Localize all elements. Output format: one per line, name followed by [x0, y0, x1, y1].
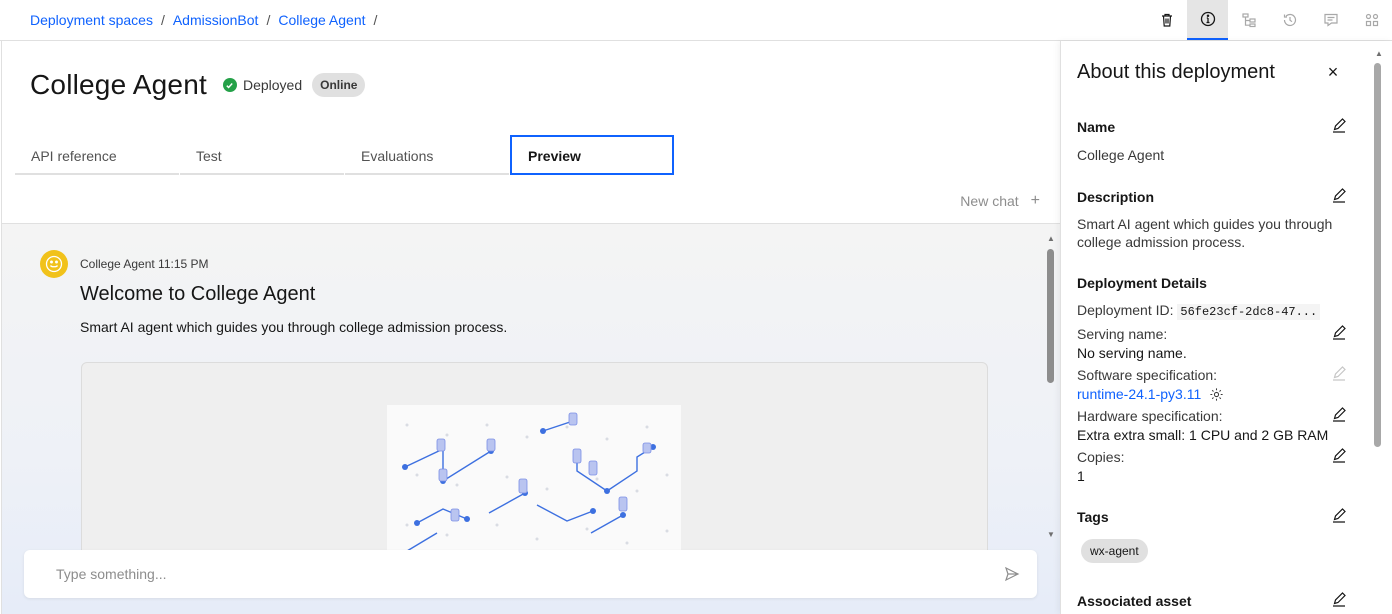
- description-label: Description: [1077, 189, 1155, 205]
- top-bar: Deployment spaces / AdmissionBot / Colle…: [0, 0, 1392, 41]
- breadcrumb-separator: /: [160, 12, 165, 28]
- tab-evaluations[interactable]: Evaluations: [345, 135, 509, 175]
- breadcrumb: Deployment spaces / AdmissionBot / Colle…: [30, 12, 385, 28]
- edit-copies-icon[interactable]: [1331, 448, 1347, 464]
- edit-name-icon[interactable]: [1331, 118, 1347, 134]
- info-button[interactable]: [1187, 0, 1228, 40]
- toolbar: [1146, 0, 1392, 40]
- tree-icon: [1241, 13, 1256, 28]
- hardware-spec-label: Hardware specification:: [1077, 408, 1223, 424]
- panel-scrollbar[interactable]: [1374, 63, 1381, 447]
- comments-button[interactable]: [1310, 0, 1351, 40]
- about-deployment-panel: ▲ About this deployment × Name College A…: [1060, 41, 1392, 614]
- trash-icon: [1161, 13, 1172, 27]
- edit-description-icon[interactable]: [1331, 188, 1347, 204]
- serving-name-label: Serving name:: [1077, 326, 1168, 342]
- breadcrumb-admissionbot[interactable]: AdmissionBot: [173, 12, 259, 28]
- edit-associated-asset-icon[interactable]: [1331, 592, 1347, 608]
- chat-input-bar: [24, 550, 1037, 598]
- deployment-id-row: Deployment ID: 56fe23cf-2dc8-47...: [1077, 302, 1321, 320]
- chat-scrollbar[interactable]: [1047, 249, 1054, 383]
- panel-title: About this deployment: [1077, 61, 1275, 83]
- deployment-details-label: Deployment Details: [1077, 275, 1207, 291]
- copies-label: Copies:: [1077, 449, 1125, 465]
- software-spec-label: Software specification:: [1077, 367, 1218, 383]
- breadcrumb-deployment-spaces[interactable]: Deployment spaces: [30, 12, 153, 28]
- hardware-spec-value: Extra extra small: 1 CPU and 2 GB RAM: [1077, 427, 1329, 443]
- delete-button[interactable]: [1146, 0, 1187, 40]
- breadcrumb-separator: /: [373, 12, 378, 28]
- panel-scroll-up-icon[interactable]: ▲: [1375, 49, 1383, 58]
- apps-icon: [1365, 13, 1378, 27]
- scroll-down-arrow-icon[interactable]: ▼: [1047, 530, 1055, 539]
- breadcrumb-separator: /: [266, 12, 271, 28]
- chat-area: College Agent 11:15 PM Welcome to Colleg…: [2, 223, 1060, 614]
- deployment-id-value[interactable]: 56fe23cf-2dc8-47...: [1177, 304, 1321, 320]
- network-illustration: [387, 405, 681, 561]
- associated-asset-label: Associated asset: [1077, 593, 1192, 609]
- main-content: College Agent Deployed Online API refere…: [1, 41, 1060, 614]
- page-title: College Agent: [30, 69, 207, 100]
- check-circle-icon: [222, 78, 237, 92]
- breadcrumb-college-agent[interactable]: College Agent: [278, 12, 365, 28]
- message-image-card: [81, 362, 988, 562]
- software-spec-row: runtime-24.1-py3.11: [1077, 386, 1224, 402]
- send-icon: [1004, 566, 1020, 582]
- software-spec-link[interactable]: runtime-24.1-py3.11: [1077, 386, 1201, 402]
- structure-button[interactable]: [1228, 0, 1269, 40]
- edit-serving-name-icon[interactable]: [1331, 325, 1347, 341]
- tab-test[interactable]: Test: [180, 135, 344, 175]
- tags-label: Tags: [1077, 509, 1109, 525]
- title-row: College Agent Deployed Online: [30, 69, 366, 101]
- history-button[interactable]: [1269, 0, 1310, 40]
- smiley-avatar-icon: [40, 250, 68, 278]
- message-body: Smart AI agent which guides you through …: [80, 319, 508, 335]
- tag-chip[interactable]: wx-agent: [1081, 539, 1148, 563]
- new-chat-label: New chat: [960, 193, 1019, 209]
- info-icon: [1200, 11, 1215, 27]
- description-value: Smart AI agent which guides you through …: [1077, 216, 1333, 250]
- message-meta: College Agent 11:15 PM: [80, 257, 209, 271]
- tab-list: API reference Test Evaluations Preview: [15, 135, 675, 175]
- chat-icon: [1323, 13, 1338, 27]
- edit-hardware-spec-icon[interactable]: [1331, 407, 1347, 423]
- copies-value: 1: [1077, 468, 1085, 484]
- history-icon: [1283, 13, 1296, 27]
- message-title: Welcome to College Agent: [80, 283, 316, 305]
- chat-input[interactable]: [24, 550, 984, 598]
- new-chat-button[interactable]: New chat +: [960, 192, 1040, 210]
- plus-icon: +: [1030, 192, 1040, 209]
- serving-name-value: No serving name.: [1077, 345, 1187, 361]
- settings-gear-icon[interactable]: [1209, 387, 1224, 402]
- scroll-up-arrow-icon[interactable]: ▲: [1047, 234, 1055, 243]
- deploy-status: Deployed: [222, 77, 303, 93]
- edit-tags-icon[interactable]: [1331, 508, 1347, 524]
- name-label: Name: [1077, 119, 1116, 135]
- apps-button[interactable]: [1351, 0, 1392, 40]
- tab-preview[interactable]: Preview: [510, 135, 674, 175]
- tab-api-reference[interactable]: API reference: [15, 135, 179, 175]
- status-badge: Online: [312, 73, 366, 97]
- send-button[interactable]: [1003, 565, 1021, 583]
- status-text: Deployed: [242, 77, 303, 93]
- close-icon[interactable]: ×: [1325, 63, 1341, 81]
- name-value: College Agent: [1077, 147, 1165, 163]
- edit-software-spec-icon: [1333, 366, 1346, 381]
- deployment-id-label: Deployment ID:: [1077, 302, 1174, 318]
